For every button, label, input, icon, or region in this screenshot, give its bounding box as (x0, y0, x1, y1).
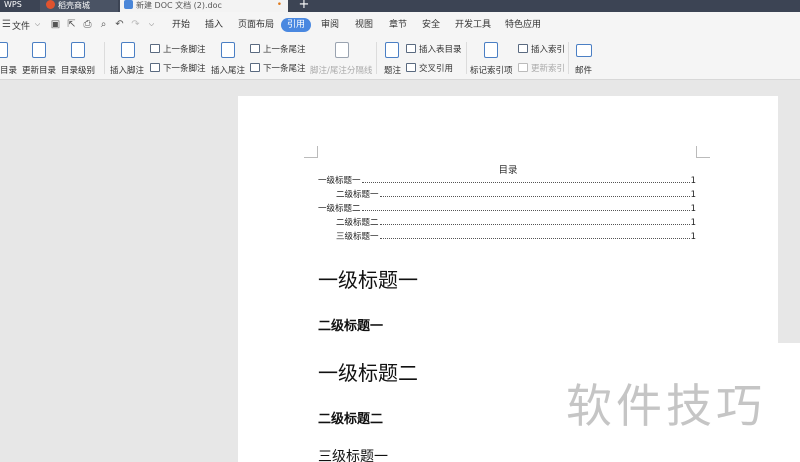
toc-leader-dots (361, 210, 690, 211)
hamburger-menu-icon[interactable]: ☰ (1, 19, 12, 30)
toc-level-button[interactable]: 目录级别 (61, 64, 95, 76)
margin-corner-mark (304, 146, 318, 158)
mail-button[interactable]: 邮件 (575, 64, 592, 76)
toc-entry-page: 1 (690, 204, 696, 214)
new-tab-button[interactable]: + (296, 0, 312, 12)
toc-entry-page: 1 (690, 218, 696, 228)
tab-document[interactable]: 新建 DOC 文档 (2).doc • (120, 0, 288, 12)
cross-reference-button[interactable]: 交叉引用 (419, 62, 453, 74)
docer-logo-icon (46, 0, 55, 9)
toc-entry-page: 1 (690, 232, 696, 242)
toc-entry-label: 一级标题二 (318, 204, 361, 214)
menu-chapter[interactable]: 章节 (389, 18, 407, 32)
toc-entry-label: 二级标题一 (336, 190, 379, 200)
mark-index-entry-icon[interactable] (484, 42, 498, 58)
print-icon[interactable]: ⎙ (82, 19, 93, 30)
ribbon-divider (466, 42, 467, 74)
toc-leader-dots (361, 182, 690, 183)
ribbon-divider (568, 42, 569, 74)
undo-icon[interactable]: ↶ (114, 19, 125, 30)
watermark-text: 软件技巧 (566, 379, 766, 433)
update-index-button[interactable]: 更新索引 (531, 62, 565, 74)
file-menu[interactable]: 文件 (12, 19, 30, 32)
insert-footnote-icon[interactable] (121, 42, 135, 58)
ribbon-divider (104, 42, 105, 74)
next-endnote-button[interactable]: 下一条尾注 (263, 62, 306, 74)
toc-entry-label: 三级标题一 (336, 232, 379, 242)
update-index-icon[interactable] (518, 63, 528, 72)
heading-level-2[interactable]: 二级标题二 (318, 408, 383, 427)
toc-entry[interactable]: 二级标题二 1 (336, 216, 696, 228)
toc-leader-dots (379, 238, 690, 239)
menu-bar: ☰ 文件 ⌵ ▣ ⇱ ⎙ ⌕ ↶ ↷ ⌵ 开始 插入 页面布局 引用 审阅 视图… (0, 12, 800, 38)
insert-endnote-button[interactable]: 插入尾注 (211, 64, 245, 76)
mark-index-entry-button[interactable]: 标记索引项 (470, 64, 513, 76)
toc-entry-page: 1 (690, 190, 696, 200)
file-dropdown-icon[interactable]: ⌵ (32, 19, 43, 30)
next-footnote-icon[interactable] (150, 63, 160, 72)
toc-entry[interactable]: 三级标题一 1 (336, 230, 696, 242)
mail-icon[interactable] (576, 44, 592, 57)
insert-table-of-figures-button[interactable]: 插入表目录 (419, 43, 462, 55)
menu-review[interactable]: 审阅 (321, 18, 339, 32)
redo-icon[interactable]: ↷ (130, 19, 141, 30)
menu-home[interactable]: 开始 (172, 18, 190, 32)
prev-endnote-button[interactable]: 上一条尾注 (263, 43, 306, 55)
menu-developer-tools[interactable]: 开发工具 (455, 18, 491, 32)
menu-special-apps[interactable]: 特色应用 (505, 18, 541, 32)
insert-footnote-button[interactable]: 插入脚注 (110, 64, 144, 76)
store-tab-label: 稻壳商城 (58, 1, 90, 10)
update-toc-icon[interactable] (32, 42, 46, 58)
insert-index-button[interactable]: 插入索引 (531, 43, 565, 55)
menu-page-layout[interactable]: 页面布局 (238, 18, 274, 32)
toc-entry-label: 一级标题一 (318, 176, 361, 186)
tab-docer-store[interactable]: 稻壳商城 (40, 0, 118, 12)
footnote-separator-icon[interactable] (335, 42, 349, 58)
margin-corner-mark (696, 146, 710, 158)
prev-footnote-icon[interactable] (150, 44, 160, 53)
menu-view[interactable]: 视图 (355, 18, 373, 32)
wps-tab-label: WPS (4, 0, 22, 9)
heading-level-1[interactable]: 一级标题二 (318, 357, 418, 386)
menu-security[interactable]: 安全 (422, 18, 440, 32)
footnote-separator-button[interactable]: 脚注/尾注分隔线 (310, 64, 372, 76)
print-preview-icon[interactable]: ⌕ (98, 19, 109, 30)
heading-level-2[interactable]: 二级标题一 (318, 315, 383, 334)
toc-leader-dots (379, 196, 690, 197)
unsaved-dot-icon[interactable]: • (277, 0, 282, 10)
word-doc-icon (124, 0, 133, 9)
references-ribbon: 目录 更新目录 目录级别 插入脚注 上一条脚注 下一条脚注 插入尾注 上一条尾注… (0, 38, 800, 80)
heading-level-1[interactable]: 一级标题一 (318, 264, 418, 293)
customize-toolbar-icon[interactable]: ⌵ (146, 19, 157, 30)
toc-leader-dots (379, 224, 690, 225)
document-tab-label: 新建 DOC 文档 (2).doc (136, 1, 222, 10)
ribbon-divider (376, 42, 377, 74)
prev-footnote-button[interactable]: 上一条脚注 (163, 43, 206, 55)
insert-table-of-figures-icon[interactable] (406, 44, 416, 53)
heading-level-3[interactable]: 三级标题一 (318, 446, 388, 462)
menu-references[interactable]: 引用 (281, 18, 312, 32)
caption-button[interactable]: 题注 (384, 64, 401, 76)
save-icon[interactable]: ▣ (50, 19, 61, 30)
toc-entry[interactable]: 一级标题一 1 (318, 174, 696, 186)
title-tab-bar: WPS 稻壳商城 新建 DOC 文档 (2).doc • + (0, 0, 800, 12)
toc-entry[interactable]: 一级标题二 1 (318, 202, 696, 214)
toc-button[interactable]: 目录 (0, 64, 17, 76)
insert-endnote-icon[interactable] (221, 42, 235, 58)
insert-index-icon[interactable] (518, 44, 528, 53)
toc-entry[interactable]: 二级标题一 1 (336, 188, 696, 200)
cross-reference-icon[interactable] (406, 63, 416, 72)
export-pdf-icon[interactable]: ⇱ (66, 19, 77, 30)
tab-wps[interactable]: WPS (0, 0, 38, 12)
toc-icon[interactable] (0, 42, 8, 58)
next-footnote-button[interactable]: 下一条脚注 (163, 62, 206, 74)
update-toc-button[interactable]: 更新目录 (22, 64, 56, 76)
toc-entry-page: 1 (690, 176, 696, 186)
menu-insert[interactable]: 插入 (205, 18, 223, 32)
toc-entry-label: 二级标题二 (336, 218, 379, 228)
toc-level-icon[interactable] (71, 42, 85, 58)
next-endnote-icon[interactable] (250, 63, 260, 72)
caption-icon[interactable] (385, 42, 399, 58)
prev-endnote-icon[interactable] (250, 44, 260, 53)
